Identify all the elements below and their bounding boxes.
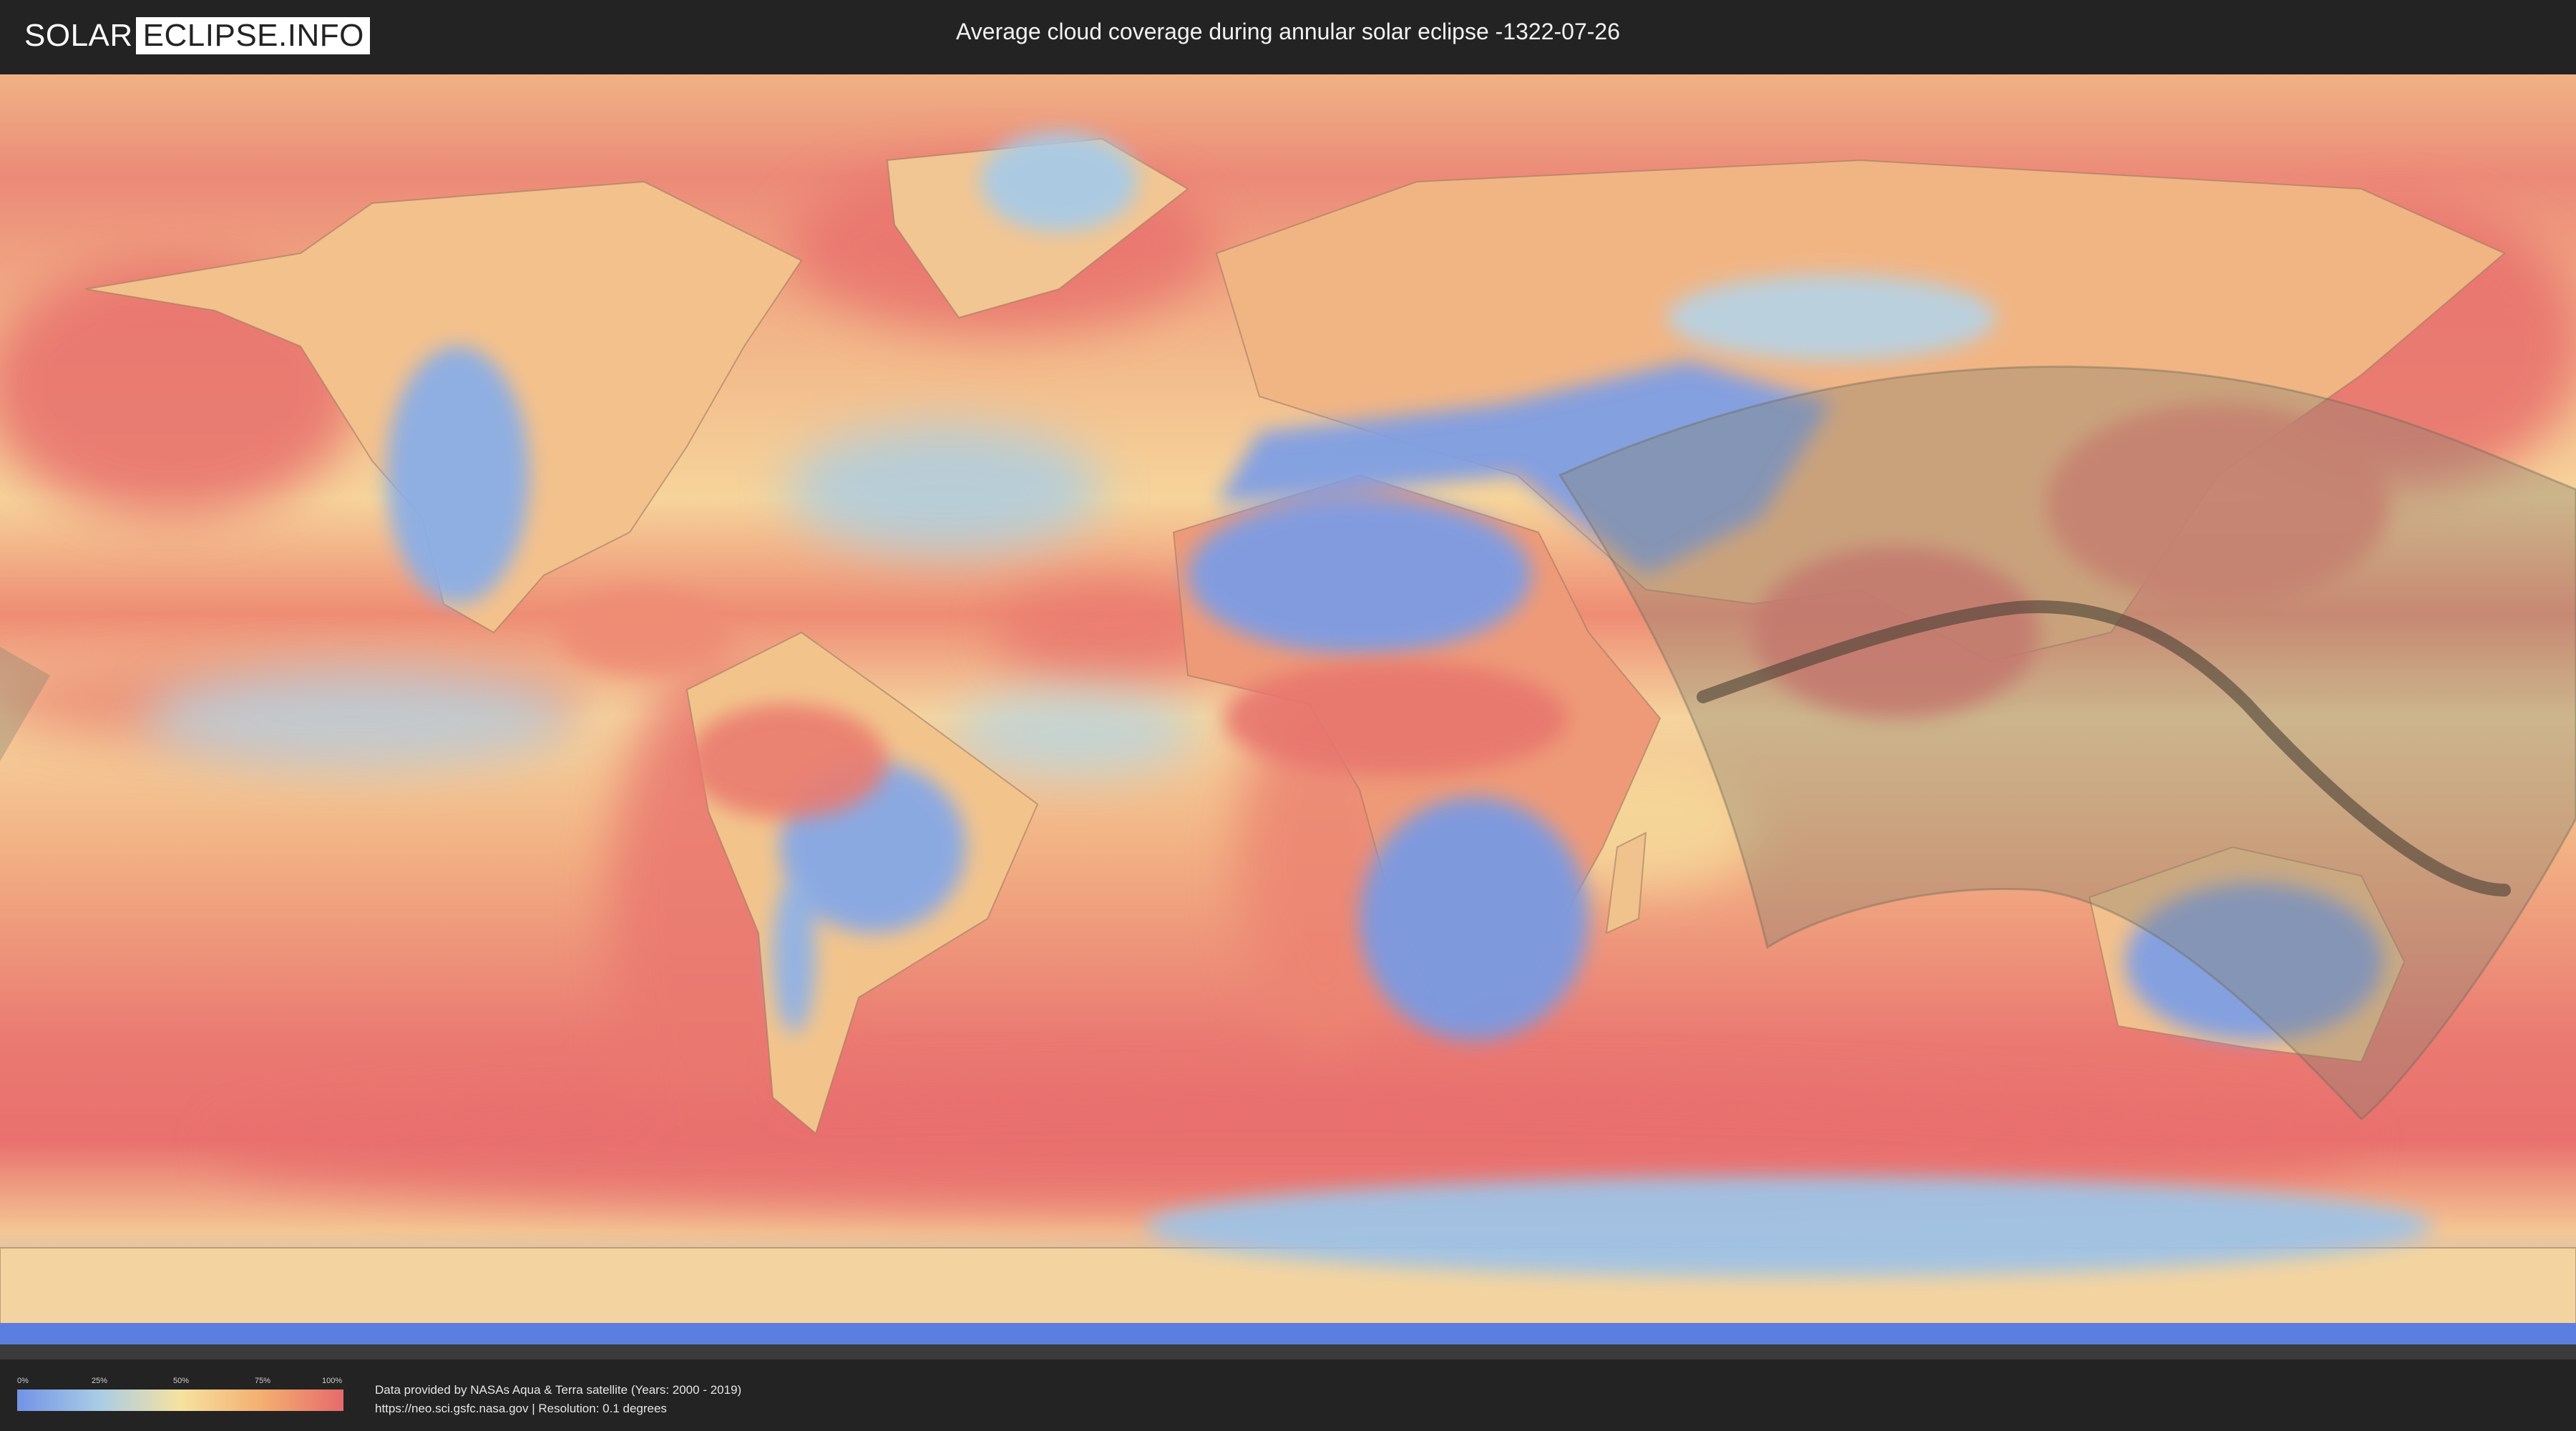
footer-bar: 0% 25% 50% 75% 100% Data provided by NAS… <box>0 1359 2576 1431</box>
header-bar: SOLAR ECLIPSE.INFO Average cloud coverag… <box>0 0 2576 72</box>
legend-tick-75: 75% <box>255 1377 271 1385</box>
map-bottom-edge <box>0 1344 2576 1359</box>
world-map-svg <box>0 74 2576 1359</box>
cloud-coverage-legend: 0% 25% 50% 75% 100% <box>17 1377 343 1414</box>
data-attribution: Data provided by NASAs Aqua & Terra sate… <box>375 1381 741 1418</box>
attribution-line-1: Data provided by NASAs Aqua & Terra sate… <box>375 1383 742 1397</box>
legend-tick-100: 100% <box>322 1377 343 1385</box>
attribution-line-2: https://neo.sci.gsfc.nasa.gov | Resoluti… <box>375 1402 667 1415</box>
legend-tick-0: 0% <box>17 1377 29 1385</box>
legend-color-bar <box>17 1390 343 1411</box>
cloud-coverage-map <box>0 74 2576 1359</box>
legend-tick-50: 50% <box>173 1377 190 1385</box>
antarctic-coast-band <box>0 1323 2576 1344</box>
page-title: Average cloud coverage during annular so… <box>956 19 1620 44</box>
legend-tick-25: 25% <box>92 1377 108 1385</box>
